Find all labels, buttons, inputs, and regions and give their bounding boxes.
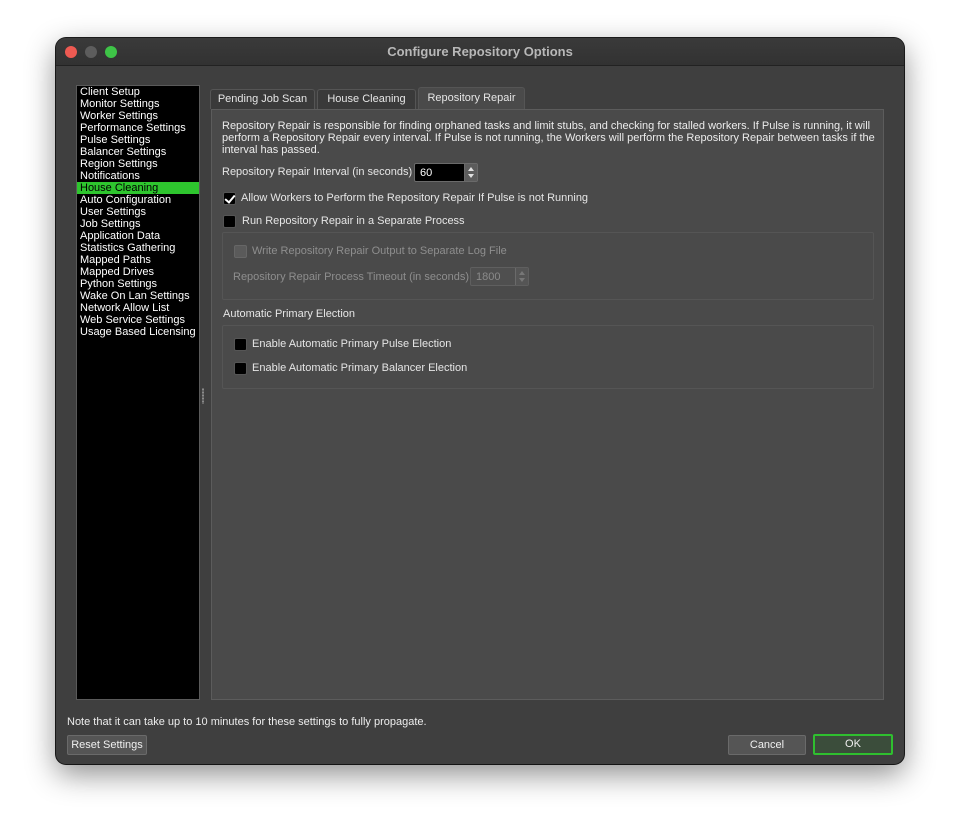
timeout-label: Repository Repair Process Timeout (in se… — [233, 271, 469, 283]
sidebar-item-notifications[interactable]: Notifications — [77, 170, 199, 182]
sidebar-item-mapped-paths[interactable]: Mapped Paths — [77, 254, 199, 266]
repository-repair-description: Repository Repair is responsible for fin… — [222, 120, 875, 156]
sidebar-item-worker-settings[interactable]: Worker Settings — [77, 110, 199, 122]
cancel-button[interactable]: Cancel — [728, 735, 806, 755]
ok-button[interactable]: OK — [813, 734, 893, 755]
sidebar-item-performance-settings[interactable]: Performance Settings — [77, 122, 199, 134]
splitter-handle[interactable] — [202, 388, 204, 404]
allow-workers-checkbox[interactable] — [223, 192, 236, 205]
sidebar-item-job-settings[interactable]: Job Settings — [77, 218, 199, 230]
sidebar-item-application-data[interactable]: Application Data — [77, 230, 199, 242]
sidebar-item-network-allow-list[interactable]: Network Allow List — [77, 302, 199, 314]
balancer-election-label: Enable Automatic Primary Balancer Electi… — [252, 362, 468, 374]
sidebar-item-wake-on-lan-settings[interactable]: Wake On Lan Settings — [77, 290, 199, 302]
settings-category-list[interactable]: Client Setup Monitor Settings Worker Set… — [76, 85, 200, 700]
tab-pending-job-scan[interactable]: Pending Job Scan — [210, 89, 315, 109]
sidebar-item-python-settings[interactable]: Python Settings — [77, 278, 199, 290]
decrement-arrow-icon[interactable] — [519, 278, 525, 282]
interval-row: Repository Repair Interval (in seconds) — [222, 166, 412, 178]
separate-process-options-group: Write Repository Repair Output to Separa… — [222, 232, 874, 300]
write-log-row: Write Repository Repair Output to Separa… — [252, 245, 507, 257]
separate-process-label: Run Repository Repair in a Separate Proc… — [242, 215, 465, 227]
increment-arrow-icon[interactable] — [468, 167, 474, 171]
reset-settings-button[interactable]: Reset Settings — [67, 735, 147, 755]
sidebar-item-balancer-settings[interactable]: Balancer Settings — [77, 146, 199, 158]
sidebar-item-region-settings[interactable]: Region Settings — [77, 158, 199, 170]
increment-arrow-icon[interactable] — [519, 271, 525, 275]
timeout-value: 1800 — [476, 271, 501, 283]
pulse-election-row: Enable Automatic Primary Pulse Election — [252, 338, 451, 350]
election-heading-row: Automatic Primary Election — [223, 308, 355, 320]
timeout-stepper[interactable] — [515, 268, 528, 285]
automatic-primary-election-group: Enable Automatic Primary Pulse Election … — [222, 325, 874, 389]
sidebar-item-house-cleaning[interactable]: House Cleaning — [77, 182, 199, 194]
timeout-spinbox[interactable]: 1800 — [470, 267, 529, 286]
write-log-checkbox[interactable] — [234, 245, 247, 258]
tab-repository-repair[interactable]: Repository Repair — [418, 87, 525, 110]
sidebar-item-user-settings[interactable]: User Settings — [77, 206, 199, 218]
pulse-election-checkbox[interactable] — [234, 338, 247, 351]
interval-label: Repository Repair Interval (in seconds) — [222, 166, 413, 178]
repair-interval-value: 60 — [420, 167, 433, 179]
sidebar-item-auto-configuration[interactable]: Auto Configuration — [77, 194, 199, 206]
window-title: Configure Repository Options — [387, 44, 573, 59]
repair-interval-spinbox[interactable]: 60 — [414, 163, 478, 182]
sidebar-item-mapped-drives[interactable]: Mapped Drives — [77, 266, 199, 278]
sidebar-item-usage-based-licensing[interactable]: Usage Based Licensing — [77, 326, 199, 338]
sidebar-item-web-service-settings[interactable]: Web Service Settings — [77, 314, 199, 326]
allow-workers-row: Allow Workers to Perform the Repository … — [241, 192, 588, 204]
sidebar-item-statistics-gathering[interactable]: Statistics Gathering — [77, 242, 199, 254]
sidebar-item-monitor-settings[interactable]: Monitor Settings — [77, 98, 199, 110]
write-log-label: Write Repository Repair Output to Separa… — [252, 245, 507, 257]
separate-process-row: Run Repository Repair in a Separate Proc… — [242, 215, 465, 227]
decrement-arrow-icon[interactable] — [468, 174, 474, 178]
balancer-election-row: Enable Automatic Primary Balancer Electi… — [252, 362, 467, 374]
repair-interval-stepper[interactable] — [464, 164, 477, 181]
repository-repair-panel: Repository Repair is responsible for fin… — [211, 109, 884, 700]
separate-process-checkbox[interactable] — [223, 215, 236, 228]
timeout-row: Repository Repair Process Timeout (in se… — [233, 271, 469, 283]
balancer-election-checkbox[interactable] — [234, 362, 247, 375]
propagation-note: Note that it can take up to 10 minutes f… — [67, 716, 427, 728]
automatic-primary-election-heading: Automatic Primary Election — [223, 308, 356, 320]
pulse-election-label: Enable Automatic Primary Pulse Election — [252, 338, 452, 350]
sidebar-item-client-setup[interactable]: Client Setup — [77, 86, 199, 98]
title-bar[interactable]: Configure Repository Options — [56, 38, 904, 66]
configure-repository-options-window: Configure Repository Options Client Setu… — [56, 38, 904, 764]
sidebar-item-pulse-settings[interactable]: Pulse Settings — [77, 134, 199, 146]
tab-house-cleaning[interactable]: House Cleaning — [317, 89, 416, 109]
allow-workers-label: Allow Workers to Perform the Repository … — [241, 192, 589, 204]
